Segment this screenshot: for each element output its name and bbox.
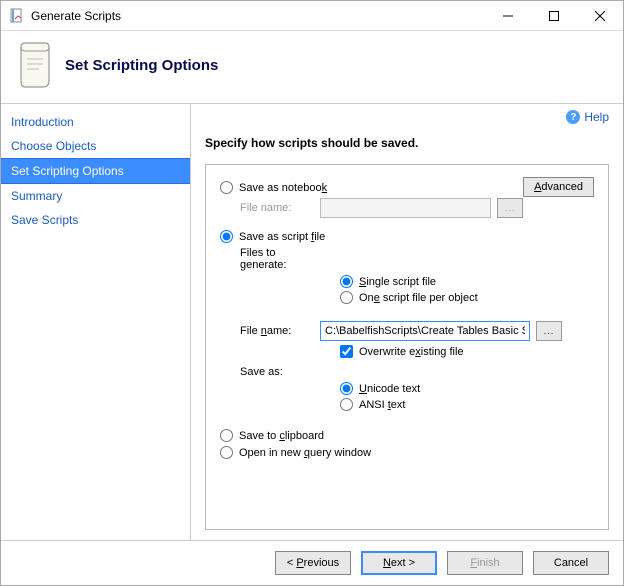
- wizard-header: Set Scripting Options: [1, 31, 623, 103]
- cancel-button[interactable]: Cancel: [533, 551, 609, 575]
- wizard-footer: < Previous Next > Finish Cancel: [1, 540, 623, 585]
- section-subtitle: Specify how scripts should be saved.: [205, 128, 609, 164]
- script-filename-label: File name:: [240, 325, 320, 337]
- notebook-filename-label: File name:: [240, 202, 320, 214]
- ansi-label: ANSI text: [359, 399, 405, 411]
- window-buttons: [485, 1, 623, 30]
- help-icon: ?: [566, 110, 580, 124]
- wizard-window: Generate Scripts Set Scripting Options I…: [0, 0, 624, 586]
- nav-summary[interactable]: Summary: [1, 184, 190, 208]
- one-per-object-radio[interactable]: [340, 291, 353, 304]
- ansi-radio[interactable]: [340, 398, 353, 411]
- unicode-label: Unicode text: [359, 383, 420, 395]
- single-file-label: Single script file: [359, 276, 436, 288]
- save-as-label: Save as:: [240, 366, 320, 378]
- single-file-radio[interactable]: [340, 275, 353, 288]
- script-browse-button[interactable]: ...: [536, 321, 562, 341]
- page-title: Set Scripting Options: [65, 57, 218, 74]
- one-per-object-label: One script file per object: [359, 292, 478, 304]
- nav-choose-objects[interactable]: Choose Objects: [1, 134, 190, 158]
- help-label: Help: [584, 110, 609, 124]
- unicode-radio[interactable]: [340, 382, 353, 395]
- open-new-query-label: Open in new query window: [239, 447, 371, 459]
- window-title: Generate Scripts: [31, 9, 485, 23]
- wizard-nav: Introduction Choose Objects Set Scriptin…: [1, 104, 191, 540]
- help-row: ? Help: [205, 110, 609, 128]
- help-link[interactable]: ? Help: [566, 110, 609, 124]
- script-icon: [15, 41, 55, 89]
- previous-button[interactable]: < Previous: [275, 551, 351, 575]
- minimize-button[interactable]: [485, 1, 531, 30]
- wizard-main: ? Help Specify how scripts should be sav…: [191, 104, 623, 540]
- options-panel: Save as notebook File name: ... Advanced: [205, 164, 609, 530]
- save-script-label: Save as script file: [239, 231, 325, 243]
- maximize-button[interactable]: [531, 1, 577, 30]
- overwrite-checkbox[interactable]: [340, 345, 353, 358]
- files-to-generate-label: Files to generate:: [240, 247, 320, 271]
- next-button[interactable]: Next >: [361, 551, 437, 575]
- advanced-button[interactable]: Advanced: [523, 177, 594, 197]
- script-filename-input[interactable]: [320, 321, 530, 341]
- finish-button: Finish: [447, 551, 523, 575]
- open-new-query-radio[interactable]: [220, 446, 233, 459]
- save-script-radio[interactable]: [220, 230, 233, 243]
- nav-set-scripting-options[interactable]: Set Scripting Options: [1, 158, 190, 184]
- save-notebook-label: Save as notebook: [239, 182, 327, 194]
- save-clipboard-label: Save to clipboard: [239, 430, 324, 442]
- notebook-browse-button: ...: [497, 198, 523, 218]
- nav-introduction[interactable]: Introduction: [1, 110, 190, 134]
- wizard-body: Introduction Choose Objects Set Scriptin…: [1, 103, 623, 540]
- save-clipboard-radio[interactable]: [220, 429, 233, 442]
- save-notebook-radio[interactable]: [220, 181, 233, 194]
- notebook-filename-input: [320, 198, 491, 218]
- nav-save-scripts[interactable]: Save Scripts: [1, 208, 190, 232]
- notebook-row: Save as notebook File name: ... Advanced: [220, 177, 594, 226]
- close-button[interactable]: [577, 1, 623, 30]
- titlebar: Generate Scripts: [1, 1, 623, 31]
- overwrite-label: Overwrite existing file: [359, 346, 464, 358]
- app-icon: [9, 8, 25, 24]
